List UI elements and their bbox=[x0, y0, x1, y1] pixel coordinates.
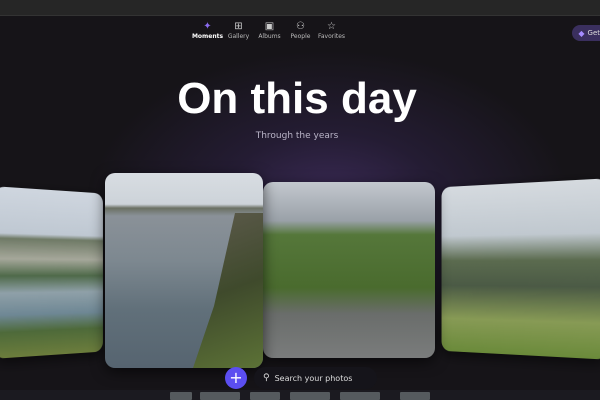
tab-people[interactable]: ⚇ People bbox=[285, 20, 316, 40]
people-icon: ⚇ bbox=[296, 21, 305, 32]
search-input[interactable]: ⚲ Search your photos bbox=[254, 367, 377, 389]
thumbnail[interactable] bbox=[290, 392, 330, 400]
grid-icon: ⊞ bbox=[234, 21, 243, 32]
search-icon: ⚲ bbox=[263, 373, 270, 383]
diamond-icon: ◆ bbox=[578, 28, 585, 38]
album-icon: ▣ bbox=[264, 21, 275, 32]
page-subtitle: Through the years bbox=[255, 131, 339, 141]
thumbnail[interactable] bbox=[200, 392, 240, 400]
thumbnail[interactable] bbox=[340, 392, 380, 400]
thumbnail[interactable] bbox=[400, 392, 430, 400]
search-placeholder: Search your photos bbox=[274, 373, 353, 383]
thumbnail[interactable] bbox=[250, 392, 280, 400]
tab-moments[interactable]: ✦ Moments bbox=[192, 20, 223, 40]
top-nav: ✦ Moments ⊞ Gallery ▣ Albums ⚇ People ☆ Favor… bbox=[192, 20, 347, 40]
sparkle-icon: ✦ bbox=[203, 21, 212, 32]
thumbnail[interactable] bbox=[170, 392, 192, 400]
add-button[interactable]: + bbox=[225, 367, 247, 389]
star-icon: ☆ bbox=[327, 21, 336, 32]
tab-albums[interactable]: ▣ Albums bbox=[254, 20, 285, 40]
photo-card[interactable] bbox=[441, 178, 600, 360]
page-title: On this day bbox=[177, 74, 417, 123]
get-button[interactable]: ◆ Get bbox=[572, 25, 600, 41]
tab-gallery[interactable]: ⊞ Gallery bbox=[223, 20, 254, 40]
title-bar bbox=[0, 0, 600, 16]
photo-card[interactable] bbox=[105, 173, 263, 368]
photo-card[interactable] bbox=[263, 182, 435, 358]
photo-card[interactable] bbox=[0, 186, 103, 359]
thumbnail-strip bbox=[0, 390, 600, 400]
tab-favorites[interactable]: ☆ Favorites bbox=[316, 20, 347, 40]
